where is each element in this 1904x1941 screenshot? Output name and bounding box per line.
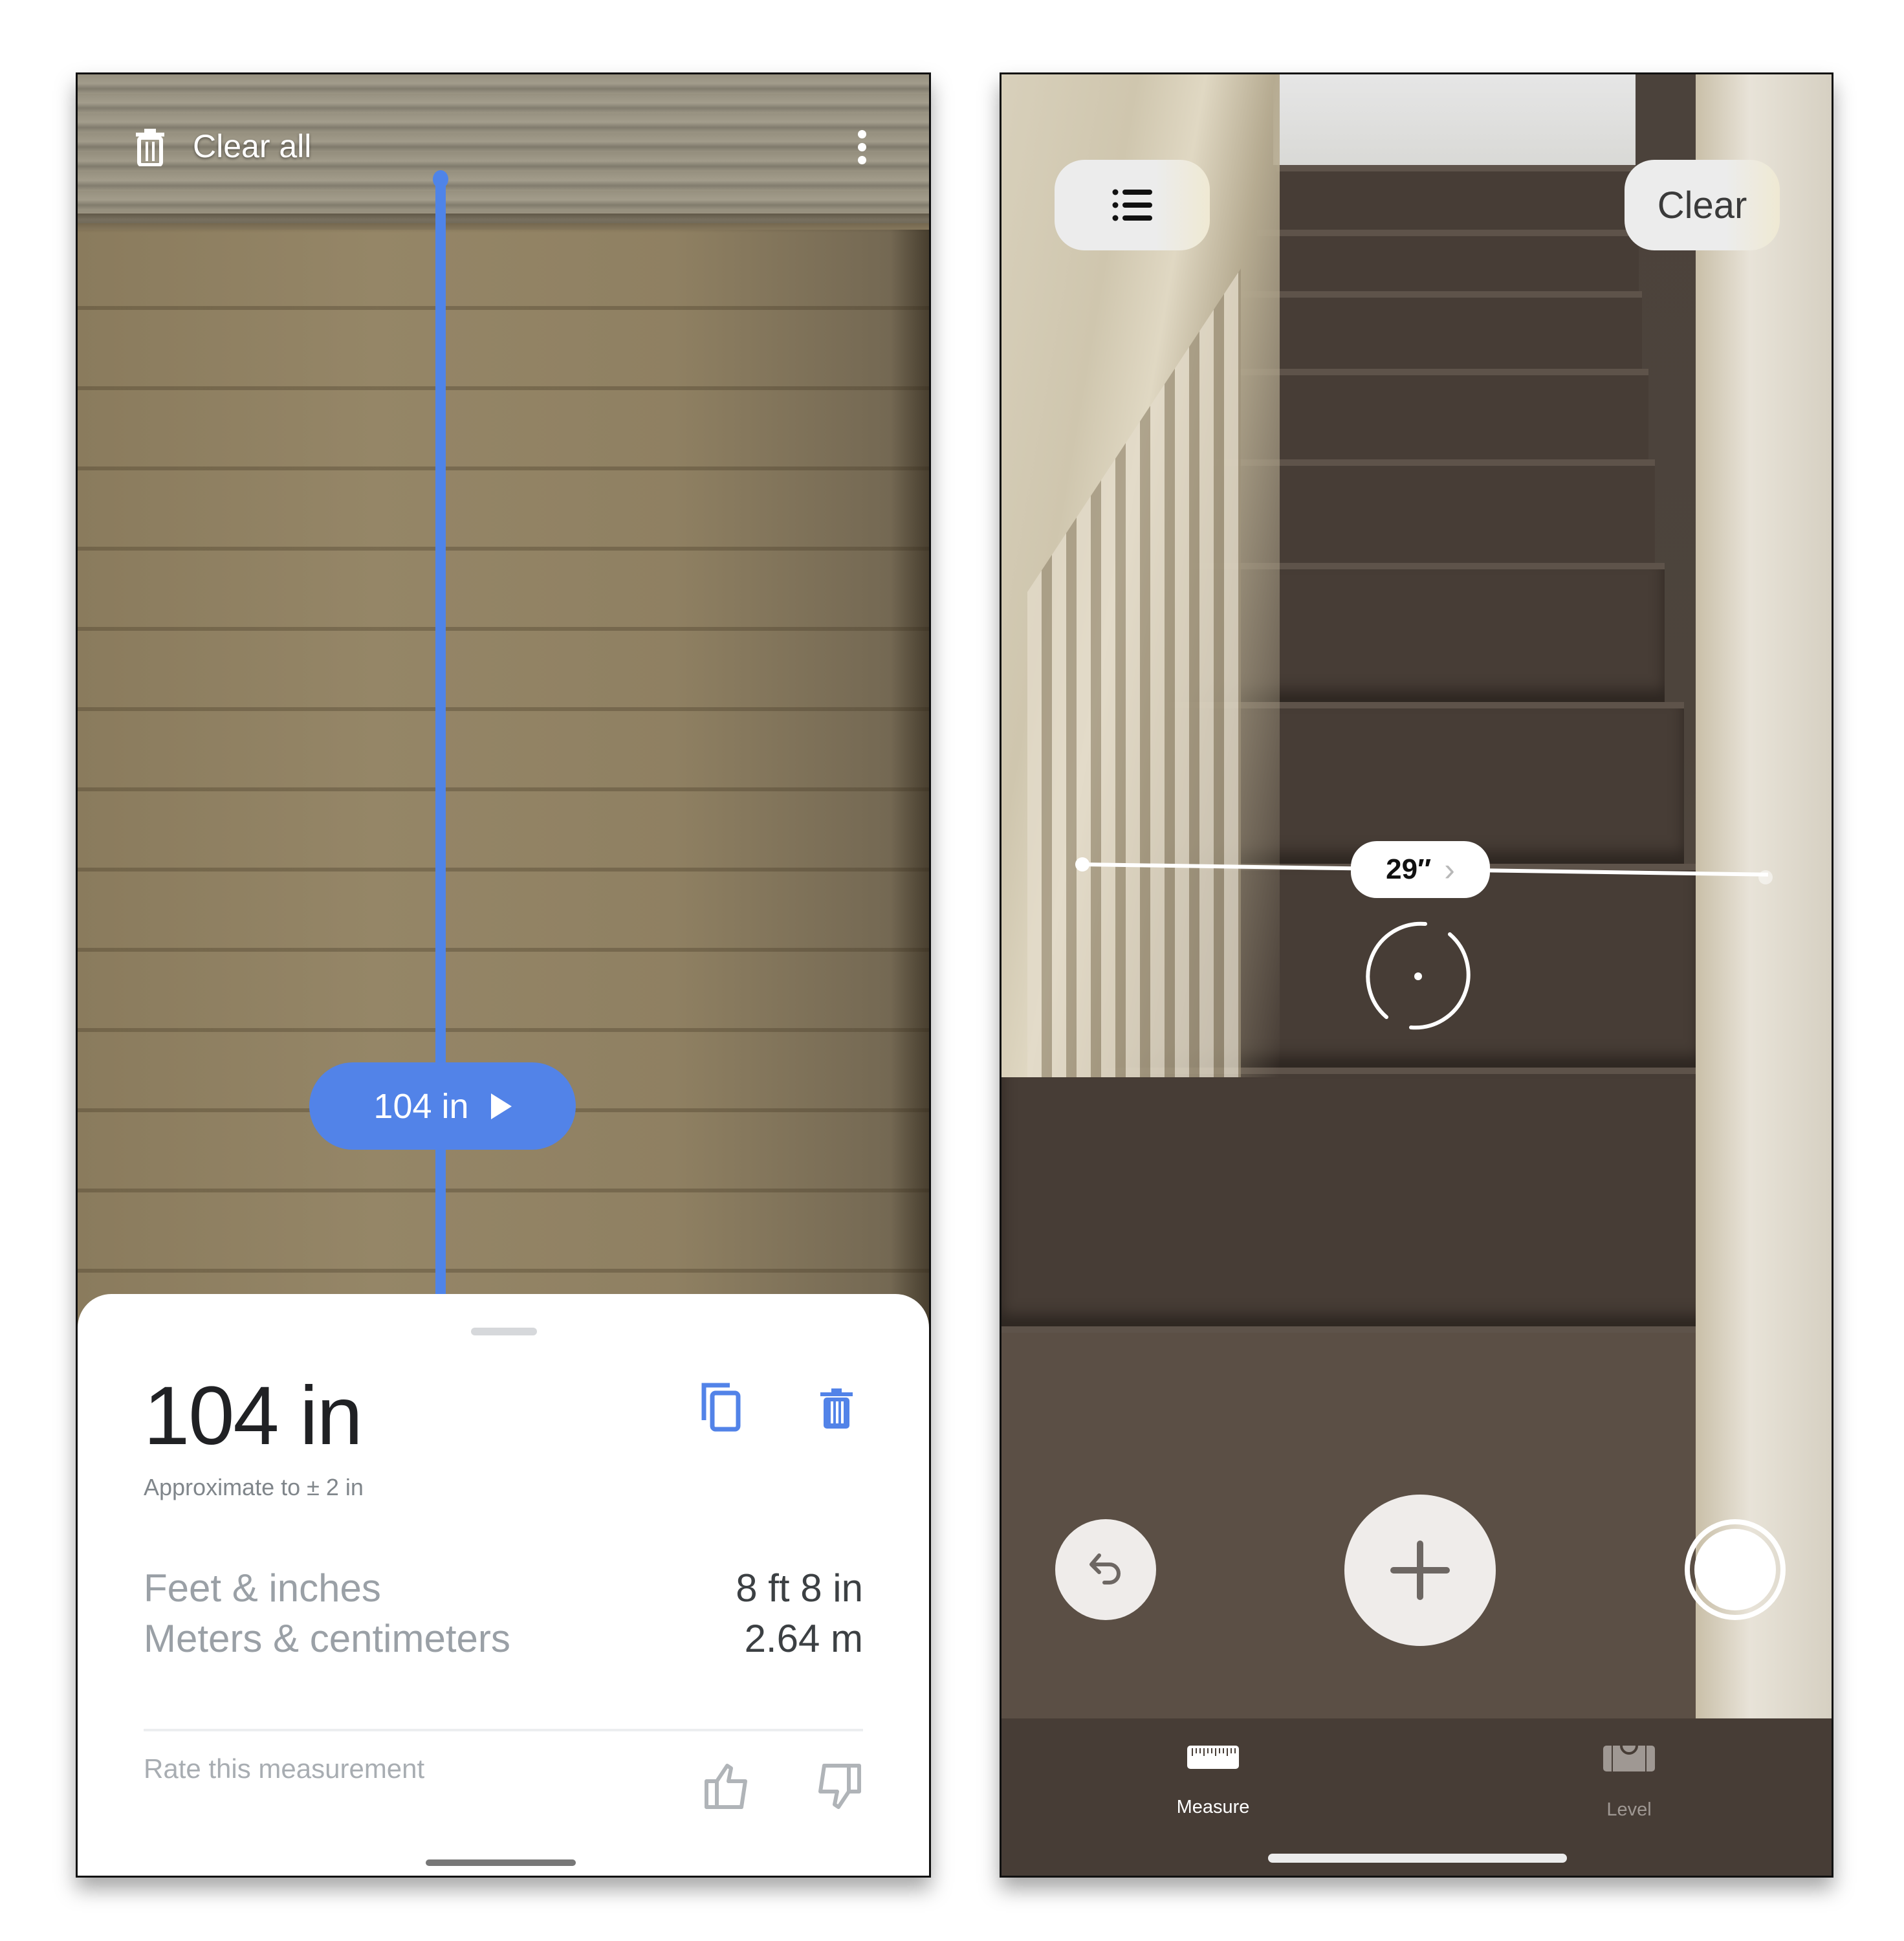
conversion-value: 2.64 m <box>744 1617 863 1660</box>
tab-measure-label: Measure <box>1176 1797 1250 1817</box>
measurement-pill-value: 104 in <box>373 1086 469 1126</box>
capture-button[interactable] <box>1685 1519 1786 1620</box>
ar-measurement-end-point <box>1758 870 1773 884</box>
stair-step <box>1238 291 1642 369</box>
undo-button[interactable] <box>1055 1519 1156 1620</box>
stair-step <box>1257 230 1639 291</box>
stair-step <box>1001 1068 1736 1326</box>
measurements-list-button[interactable] <box>1055 160 1210 250</box>
delete-icon[interactable] <box>820 1388 853 1430</box>
back-wall <box>1273 74 1636 165</box>
reticle-icon <box>1366 921 1471 1030</box>
measurement-value: 104 in <box>144 1370 363 1462</box>
side-wall <box>1696 74 1832 1718</box>
shutter-icon <box>1694 1529 1776 1610</box>
trash-icon[interactable] <box>136 129 164 167</box>
tab-bar: Measure Level <box>1001 1718 1832 1876</box>
measurement-line <box>435 177 446 1374</box>
google-measure-screen: Clear all 104 in 104 in Approximate to ±… <box>76 72 931 1878</box>
conversion-label: Meters & centimeters <box>144 1617 510 1660</box>
measurement-bottom-sheet: 104 in Approximate to ± 2 in Feet & inch… <box>78 1294 929 1876</box>
accuracy-note: Approximate to ± 2 in <box>144 1474 364 1500</box>
conversion-label: Feet & inches <box>144 1566 381 1610</box>
add-point-button[interactable] <box>1344 1495 1496 1646</box>
tab-level[interactable]: Level <box>1545 1745 1713 1821</box>
play-icon <box>490 1093 512 1119</box>
ar-measurement-label[interactable]: 29″ › <box>1351 841 1490 898</box>
sheet-drag-handle[interactable] <box>471 1328 537 1335</box>
ar-measurement-value: 29″ <box>1386 853 1432 885</box>
home-indicator <box>426 1859 576 1866</box>
wall-edge-shadow <box>890 230 929 1368</box>
thumbs-down-icon[interactable] <box>815 1763 862 1810</box>
measurement-pill[interactable]: 104 in <box>309 1062 576 1150</box>
conversion-row: Feet & inches 8 ft 8 in <box>144 1566 863 1610</box>
apple-measure-screen: Clear 29″ › Measure Level <box>1000 72 1833 1878</box>
plus-icon <box>1390 1541 1450 1600</box>
thumbs-up-icon[interactable] <box>704 1763 750 1810</box>
level-icon <box>1603 1745 1655 1771</box>
ar-measurement-start-point <box>1075 857 1089 872</box>
stair-step <box>1215 369 1648 459</box>
ceiling-shadow <box>78 214 929 233</box>
clear-button[interactable]: Clear <box>1625 160 1780 250</box>
ruler-icon <box>1187 1746 1239 1769</box>
clear-all-button[interactable]: Clear all <box>193 127 311 165</box>
rate-label: Rate this measurement <box>144 1753 425 1784</box>
tab-level-label: Level <box>1606 1799 1652 1820</box>
conversion-value: 8 ft 8 in <box>736 1566 863 1610</box>
divider <box>144 1729 863 1731</box>
chevron-right-icon: › <box>1444 851 1455 888</box>
conversion-row: Meters & centimeters 2.64 m <box>144 1616 863 1661</box>
list-icon <box>1112 189 1152 221</box>
copy-icon[interactable] <box>701 1383 741 1432</box>
undo-icon <box>1089 1553 1121 1585</box>
stair-step <box>1276 165 1636 230</box>
tab-measure[interactable]: Measure <box>1129 1746 1297 1818</box>
camera-view-brick-wall <box>78 230 929 1368</box>
home-indicator <box>1268 1854 1567 1863</box>
more-vert-icon[interactable] <box>857 130 867 168</box>
